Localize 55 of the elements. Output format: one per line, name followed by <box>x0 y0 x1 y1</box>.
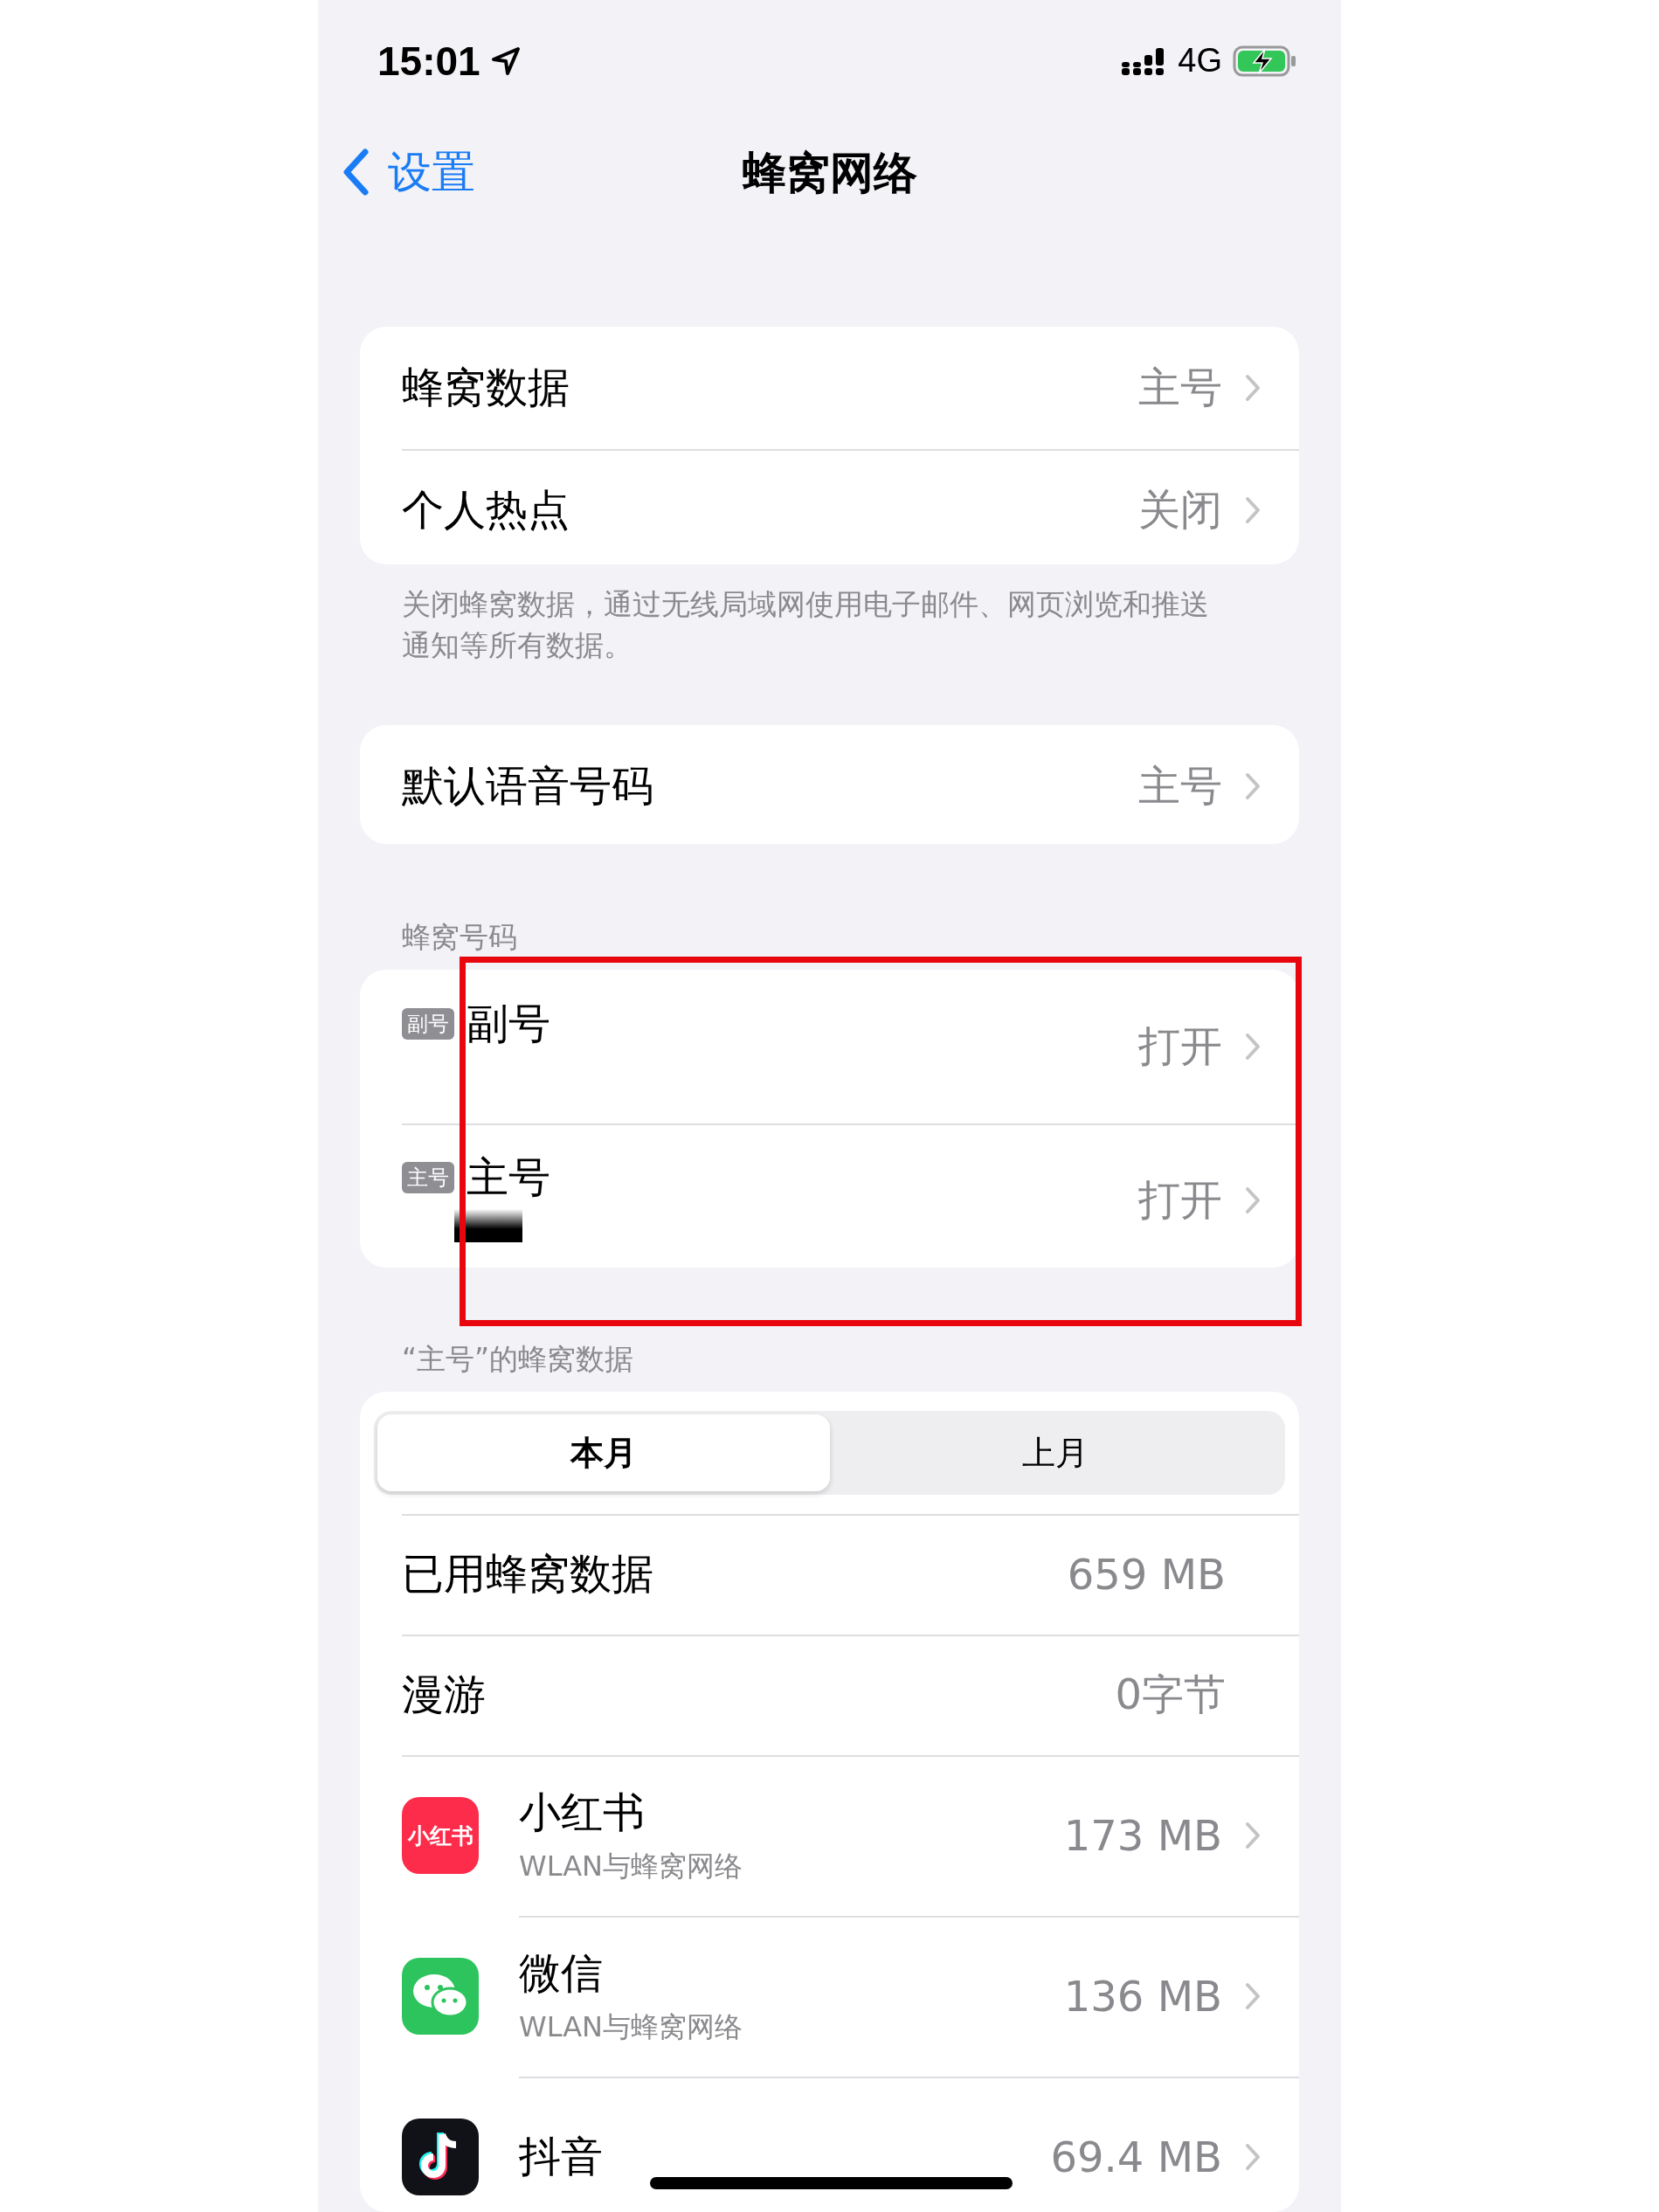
row-value: 打开 <box>1138 1173 1222 1226</box>
section-footer: 关闭蜂窝数据，通过无线局域网使用电子邮件、网页浏览和推送通知等所有数据。 <box>318 583 1341 666</box>
row-label: 漫游 <box>402 1669 487 1721</box>
segment-tab[interactable]: 上月 <box>829 1414 1282 1492</box>
sim-badge: 主号 <box>402 1161 454 1193</box>
back-chevron-icon <box>342 149 369 197</box>
row-value: 136 MB <box>1063 1972 1222 2022</box>
row-label: 已用蜂窝数据 <box>402 1548 654 1600</box>
row-label: 蜂窝数据 <box>402 362 570 414</box>
section-header: “主号”的蜂窝数据 <box>401 1341 635 1379</box>
row-value: 主号 <box>1138 759 1222 812</box>
row-value: 主号 <box>1138 362 1222 414</box>
app-subtitle: WLAN与蜂窝网络 <box>519 2009 743 2046</box>
row-label: 主号 <box>467 1151 551 1203</box>
row-value: 659 MB <box>1067 1550 1226 1600</box>
row-label: 默认语音号码 <box>402 759 654 812</box>
app-name: 微信 <box>519 1947 603 2000</box>
network-type: 4G <box>1178 42 1222 80</box>
app-name: 抖音 <box>519 2131 603 2183</box>
row-label: 副号 <box>467 997 551 1049</box>
logo-text: 小红书 <box>407 1821 474 1850</box>
row-value: 69.4 MB <box>1050 2133 1222 2182</box>
back-label[interactable]: 设置 <box>388 142 475 202</box>
app-row[interactable]: 小红书 小红书 WLAN与蜂窝网络 173 MB <box>360 1755 1299 1917</box>
row-value: 打开 <box>1138 1020 1222 1072</box>
section-header: 蜂窝号码 <box>401 918 518 956</box>
chevron-right-icon <box>1245 1821 1261 1850</box>
sim-badge: 副号 <box>402 1007 454 1040</box>
app-row[interactable]: 抖音 69.4 MB <box>360 2077 1299 2212</box>
chevron-right-icon <box>1245 1982 1261 2011</box>
chevron-right-icon <box>1245 1032 1261 1061</box>
row-value: 关闭 <box>1138 484 1222 536</box>
sim-row[interactable]: 主号 主号 打开 <box>360 1123 1299 1268</box>
app-subtitle: WLAN与蜂窝网络 <box>519 1849 743 1885</box>
chevron-right-icon <box>1245 2143 1261 2172</box>
chevron-right-icon <box>1245 771 1261 800</box>
chevron-right-icon <box>1245 496 1261 525</box>
segment-tab[interactable]: 本月 <box>377 1414 830 1492</box>
location-arrow-icon <box>490 45 521 76</box>
back-button[interactable]: 设置 <box>342 142 475 202</box>
row-label: 个人热点 <box>402 484 570 536</box>
settings-row[interactable]: 蜂窝数据 主号 <box>360 327 1299 450</box>
settings-row[interactable]: 默认语音号码 主号 <box>360 724 1299 844</box>
music-note-icon <box>402 2119 479 2196</box>
settings-row[interactable]: 个人热点 关闭 <box>360 449 1299 564</box>
status-time: 15:01 <box>377 37 480 85</box>
sim-row[interactable]: 副号 副号 打开 <box>360 969 1299 1123</box>
row-value: 173 MB <box>1063 1811 1222 1861</box>
chat-bubbles-icon <box>402 1958 479 2036</box>
chevron-right-icon <box>1245 1185 1261 1214</box>
chevron-right-icon <box>1245 374 1261 403</box>
app-row[interactable]: 微信 WLAN与蜂窝网络 136 MB <box>360 1916 1299 2077</box>
row-value: 0字节 <box>1115 1669 1226 1721</box>
app-name: 小红书 <box>519 1787 645 1839</box>
page-title: 蜂窝网络 <box>742 147 917 201</box>
